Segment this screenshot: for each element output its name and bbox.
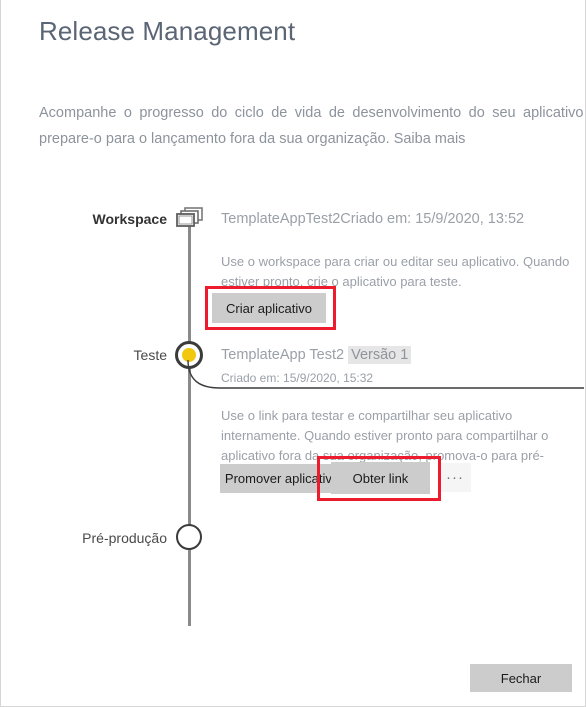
stage-label-pre-producao: Pré-produção	[82, 530, 167, 546]
marker-dot	[182, 348, 196, 362]
stage-label-teste: Teste	[133, 347, 167, 363]
intro-paragraph: Acompanhe o progresso do ciclo de vida d…	[39, 100, 586, 152]
timeline-axis	[188, 222, 191, 626]
filled-circle-marker-icon	[175, 341, 203, 369]
teste-item-name: TemplateApp Test2	[221, 347, 345, 363]
intro-text: Acompanhe o progresso do ciclo de vida d…	[39, 105, 586, 147]
teste-item-created: Criado em: 15/9/2020, 15:32	[221, 371, 374, 385]
workspace-item-meta: Criado em: 15/9/2020, 13:52	[340, 211, 525, 227]
workspace-description: Use o workspace para criar ou editar seu…	[221, 254, 570, 289]
teste-item-title: TemplateApp Test2 Versão 1	[221, 346, 412, 364]
version-badge: Versão 1	[348, 346, 412, 364]
page-title: Release Management	[39, 16, 296, 46]
workspace-item-title: TemplateAppTest2Criado em: 15/9/2020, 13…	[221, 211, 524, 227]
obter-link-button[interactable]: Obter link	[331, 462, 430, 494]
stage-label-workspace: Workspace	[92, 211, 167, 227]
release-management-dialog: Release Management Acompanhe o progresso…	[0, 0, 586, 707]
workspace-item-name: TemplateAppTest2	[221, 211, 341, 227]
stacked-windows-icon	[176, 207, 204, 229]
more-options-button[interactable]: ···	[439, 463, 471, 492]
empty-circle-marker-icon	[176, 524, 202, 550]
criar-aplicativo-button[interactable]: Criar aplicativo	[212, 293, 326, 323]
promover-aplicativo-button[interactable]: Promover aplicativo	[220, 464, 344, 493]
fechar-button[interactable]: Fechar	[470, 664, 572, 692]
learn-more-link[interactable]: Saiba mais	[394, 131, 466, 147]
